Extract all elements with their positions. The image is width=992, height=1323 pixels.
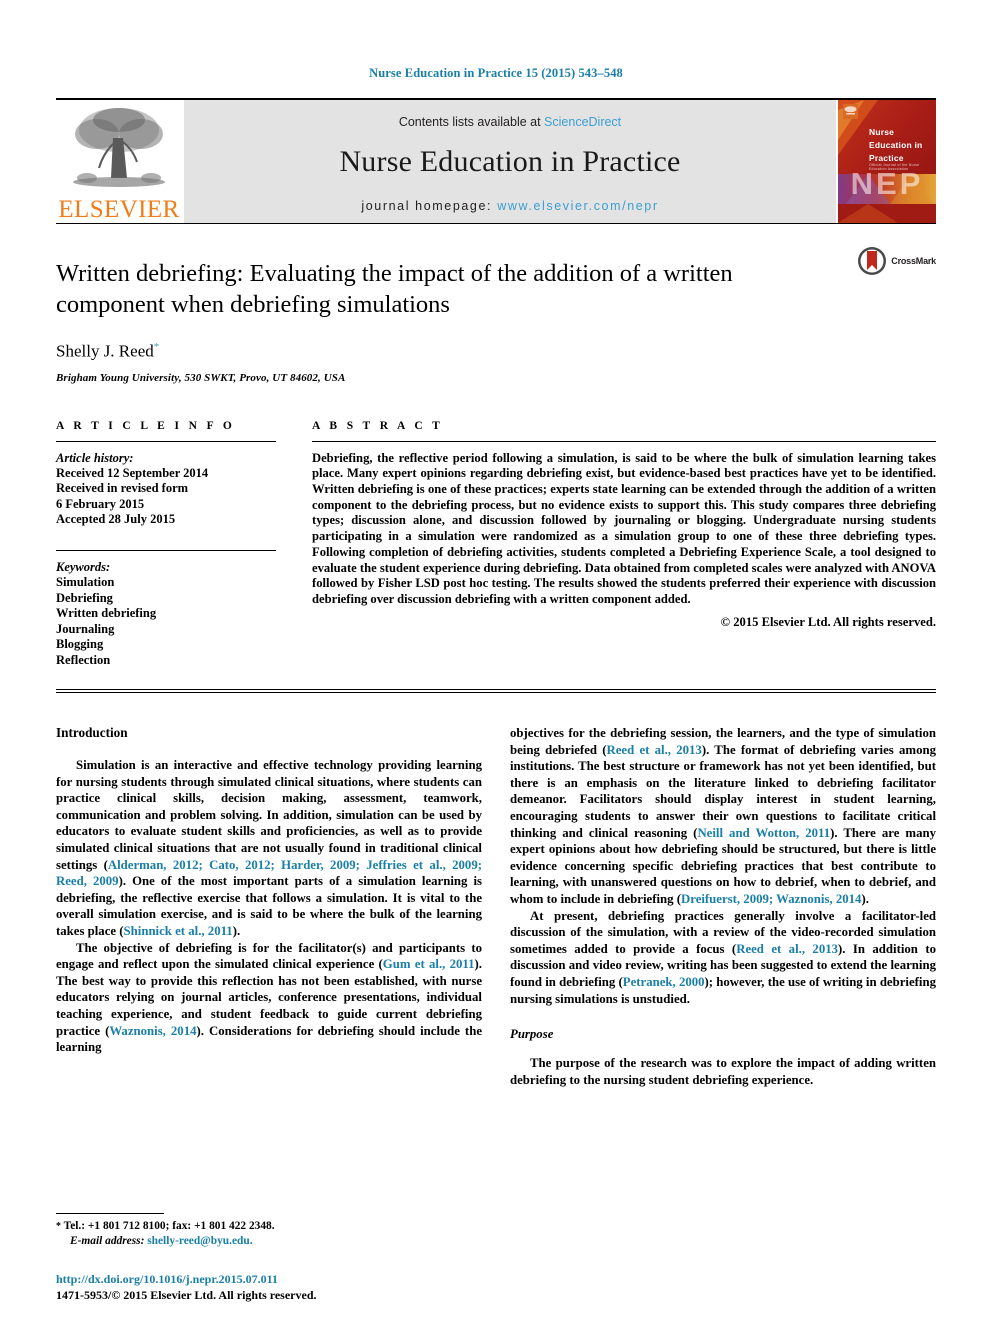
info-abstract-region: A R T I C L E I N F O Article history: R…: [56, 420, 936, 677]
contents-available-line: Contents lists available at ScienceDirec…: [399, 115, 621, 129]
cover-title-line-2: Education in: [869, 140, 923, 150]
sciencedirect-link[interactable]: ScienceDirect: [544, 115, 621, 129]
keyword-item: Journaling: [56, 621, 115, 636]
doi-footer: http://dx.doi.org/10.1016/j.nepr.2015.07…: [56, 1271, 317, 1303]
running-head: Nurse Education in Practice 15 (2015) 54…: [369, 66, 623, 80]
journal-title: Nurse Education in Practice: [339, 144, 681, 178]
title-block: Written debriefing: Evaluating the impac…: [56, 224, 936, 384]
article-info-heading: A R T I C L E I N F O: [56, 419, 236, 432]
citation-link[interactable]: Dreifuerst, 2009; Waznonis, 2014: [681, 892, 861, 906]
citation-link[interactable]: Petranek, 2000: [623, 975, 705, 989]
para-text: Simulation is an interactive and effecti…: [56, 758, 482, 872]
body-paragraph: The objective of debriefing is for the f…: [56, 940, 482, 1056]
body-column-left: Introduction Simulation is an interactiv…: [56, 725, 482, 1088]
footnote-marker: *: [56, 1221, 61, 1232]
contents-prefix: Contents lists available at: [398, 114, 545, 129]
abstract-heading: A B S T R A C T: [312, 419, 444, 432]
body-column-right: objectives for the debriefing session, t…: [510, 725, 936, 1088]
citation-link[interactable]: Reed et al., 2013: [607, 743, 702, 757]
keyword-item: Debriefing: [56, 590, 113, 605]
journal-header-box: Contents lists available at ScienceDirec…: [184, 100, 836, 223]
doi-link[interactable]: http://dx.doi.org/10.1016/j.nepr.2015.07…: [56, 1271, 317, 1287]
footnote-rule: [56, 1213, 164, 1214]
author-list: Shelly J. Reed*: [56, 341, 936, 362]
body-paragraph: The purpose of the research was to explo…: [510, 1056, 936, 1087]
history-item: Received 12 September 2014: [56, 465, 209, 480]
history-item: Received in revised form: [56, 481, 189, 496]
cover-elsevier-mark-icon: [843, 104, 858, 119]
citation-link[interactable]: Reed et al., 2013: [736, 942, 838, 956]
crossmark-badge[interactable]: CrossMark: [857, 246, 936, 276]
journal-homepage-line: journal homepage: www.elsevier.com/nepr: [361, 199, 658, 213]
affiliation: Brigham Young University, 530 SWKT, Prov…: [56, 371, 346, 384]
keyword-item: Blogging: [56, 637, 104, 652]
citation-link[interactable]: Waznonis, 2014: [109, 1024, 196, 1038]
introduction-heading: Introduction: [56, 725, 128, 741]
issn-copyright-line: 1471-5953/© 2015 Elsevier Ltd. All right…: [56, 1288, 317, 1302]
article-info-column: A R T I C L E I N F O Article history: R…: [56, 420, 312, 669]
citation-link[interactable]: Shinnick et al., 2011: [124, 924, 233, 938]
section-divider-rule: [56, 688, 936, 694]
para-text: ).: [861, 892, 869, 907]
history-item: 6 February 2015: [56, 496, 145, 511]
para-text: ). One of the most important parts of a …: [56, 874, 482, 939]
article-history-label: Article history:: [56, 450, 134, 465]
para-text: ).: [232, 924, 241, 939]
corresponding-author-footnote: * Tel.: +1 801 712 8100; fax: +1 801 422…: [56, 1213, 496, 1249]
elsevier-wordmark: ELSEVIER: [58, 196, 180, 223]
keyword-item: Simulation: [56, 575, 115, 590]
cover-acronym: NEP: [850, 166, 924, 201]
body-paragraph: Simulation is an interactive and effecti…: [56, 757, 482, 940]
journal-masthead: ELSEVIER Contents lists available at Sci…: [56, 98, 936, 223]
page-title: Written debriefing: Evaluating the impac…: [56, 260, 733, 318]
email-address-link[interactable]: shelly-reed@byu.edu.: [147, 1235, 252, 1247]
article-info-rule: [56, 440, 276, 442]
keywords-rule: [56, 550, 276, 552]
cover-title-text: Nurse Education in Practice: [869, 126, 922, 165]
abstract-text: Debriefing, the reflective period follow…: [312, 450, 936, 606]
crossmark-icon: [858, 247, 887, 275]
body-paragraph: At present, debriefing practices general…: [510, 908, 936, 1008]
author-correspondence-marker: *: [153, 341, 160, 353]
journal-cover-thumbnail[interactable]: Nurse Education in Practice Official Jou…: [838, 100, 936, 223]
abstract-column: A B S T R A C T Debriefing, the reflecti…: [312, 420, 936, 669]
purpose-heading: Purpose: [510, 1027, 554, 1042]
email-address-label: E-mail address:: [70, 1235, 145, 1247]
cover-title-line-1: Nurse: [869, 127, 895, 137]
footnote-email-line: E-mail address: shelly-reed@byu.edu.: [56, 1234, 496, 1249]
keyword-item: Written debriefing: [56, 606, 157, 621]
keyword-item: Reflection: [56, 653, 111, 667]
citation-link[interactable]: Gum et al., 2011: [383, 957, 475, 971]
footnote-tel-text: Tel.: +1 801 712 8100; fax: +1 801 422 2…: [63, 1220, 275, 1232]
body-paragraph: objectives for the debriefing session, t…: [510, 725, 936, 908]
paper-page: Nurse Education in Practice 15 (2015) 54…: [0, 0, 992, 1323]
body-two-column-layout: Introduction Simulation is an interactiv…: [56, 725, 936, 1088]
journal-homepage-link[interactable]: www.elsevier.com/nepr: [497, 199, 658, 213]
citation-link[interactable]: Neill and Wotton, 2011: [697, 826, 830, 840]
abstract-rule: [312, 440, 936, 442]
elsevier-tree-icon: [73, 108, 165, 187]
homepage-prefix: journal homepage:: [361, 198, 498, 213]
keywords-label: Keywords:: [56, 560, 111, 575]
author-name: Shelly J. Reed: [56, 341, 154, 361]
crossmark-label: CrossMark: [891, 256, 936, 266]
abstract-copyright: © 2015 Elsevier Ltd. All rights reserved…: [720, 614, 936, 629]
history-item: Accepted 28 July 2015: [56, 512, 176, 527]
elsevier-logo: ELSEVIER: [56, 100, 182, 223]
footnote-tel-line: * Tel.: +1 801 712 8100; fax: +1 801 422…: [56, 1219, 496, 1234]
